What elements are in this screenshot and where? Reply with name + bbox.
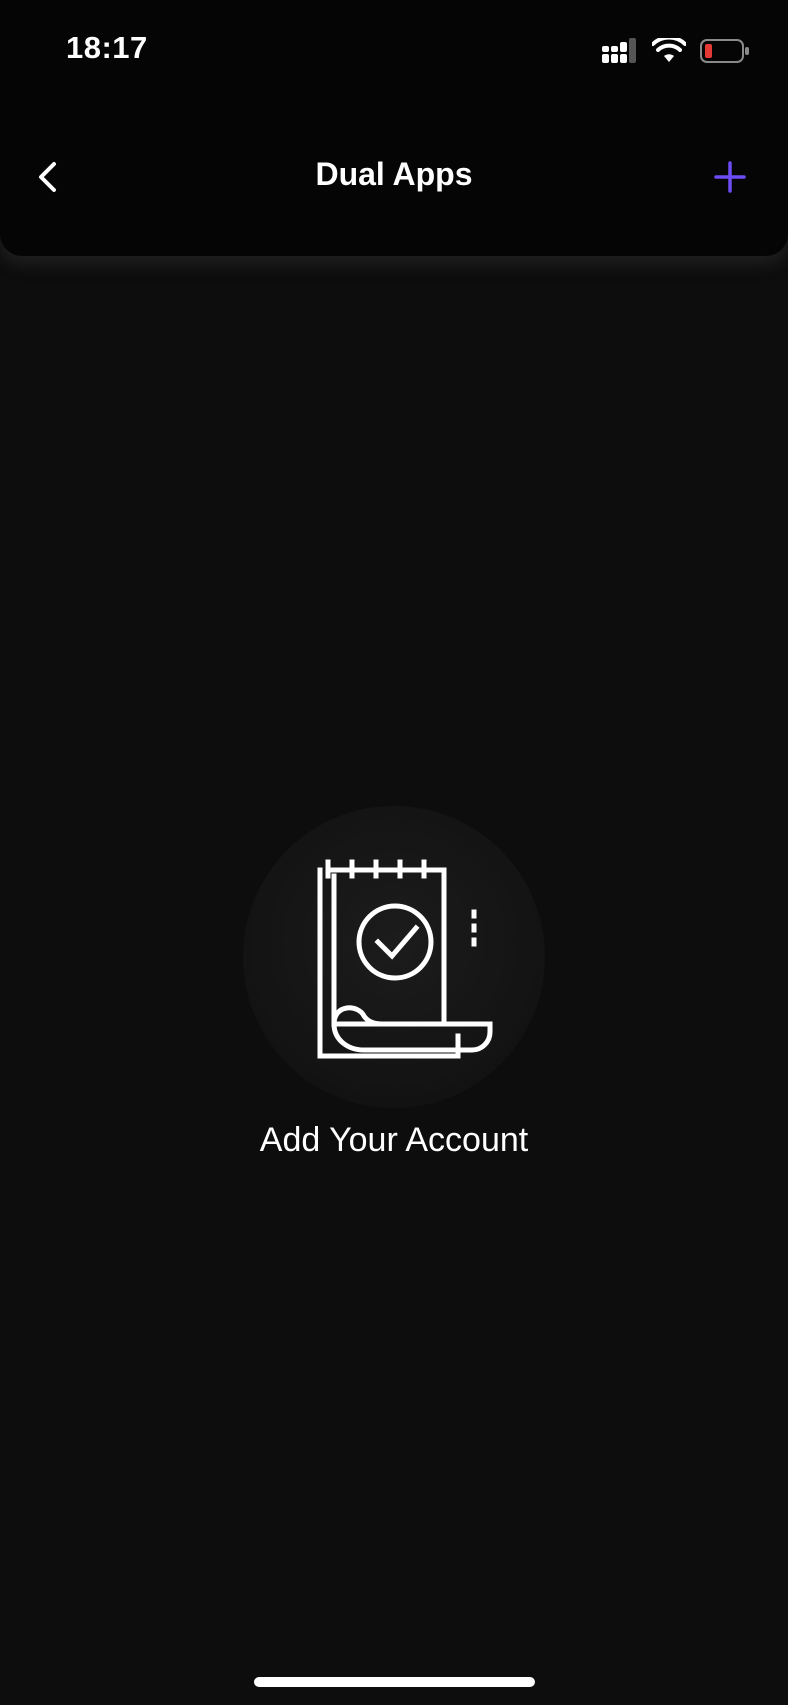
add-account-label[interactable]: Add Your Account — [0, 1121, 788, 1160]
home-indicator[interactable] — [254, 1677, 535, 1687]
wifi-icon — [652, 38, 686, 62]
battery-icon — [700, 39, 749, 63]
status-time: 18:17 — [66, 30, 148, 65]
battery-level — [705, 44, 712, 58]
plus-icon — [714, 161, 746, 193]
add-account-button[interactable] — [708, 155, 752, 199]
status-icons — [602, 36, 750, 66]
notepad-check-icon — [317, 859, 493, 1059]
page-title: Dual Apps — [315, 156, 473, 192]
signal-icon — [602, 38, 636, 63]
top-bar: 18:17 Dual Apps — [0, 0, 788, 256]
